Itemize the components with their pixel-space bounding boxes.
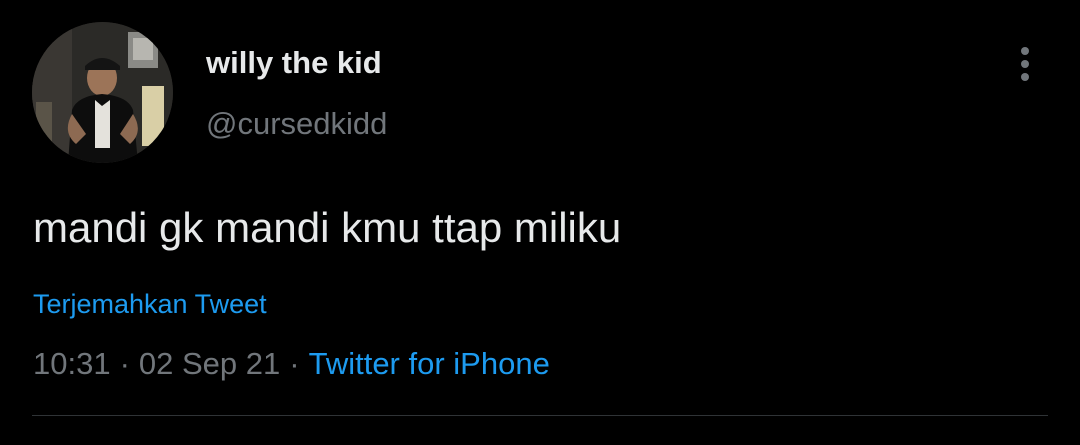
separator: · bbox=[289, 346, 300, 381]
more-options-button[interactable] bbox=[1010, 44, 1042, 84]
tweet-source-link[interactable]: Twitter for iPhone bbox=[309, 346, 550, 381]
translate-tweet-link[interactable]: Terjemahkan Tweet bbox=[33, 288, 267, 320]
tweet-metadata: 10:31 · 02 Sep 21 · Twitter for iPhone bbox=[33, 345, 550, 383]
user-handle[interactable]: @cursedkidd bbox=[206, 106, 387, 142]
tweet-text: mandi gk mandi kmu ttap miliku bbox=[33, 204, 622, 251]
separator: · bbox=[119, 346, 130, 381]
avatar[interactable] bbox=[32, 22, 173, 163]
divider bbox=[32, 415, 1048, 416]
tweet-time[interactable]: 10:31 bbox=[33, 346, 111, 381]
tweet-date[interactable]: 02 Sep 21 bbox=[139, 346, 280, 381]
avatar-photo bbox=[32, 22, 173, 163]
tweet: willy the kid @cursedkidd mandi gk mandi… bbox=[0, 0, 1080, 445]
display-name[interactable]: willy the kid bbox=[206, 45, 382, 81]
